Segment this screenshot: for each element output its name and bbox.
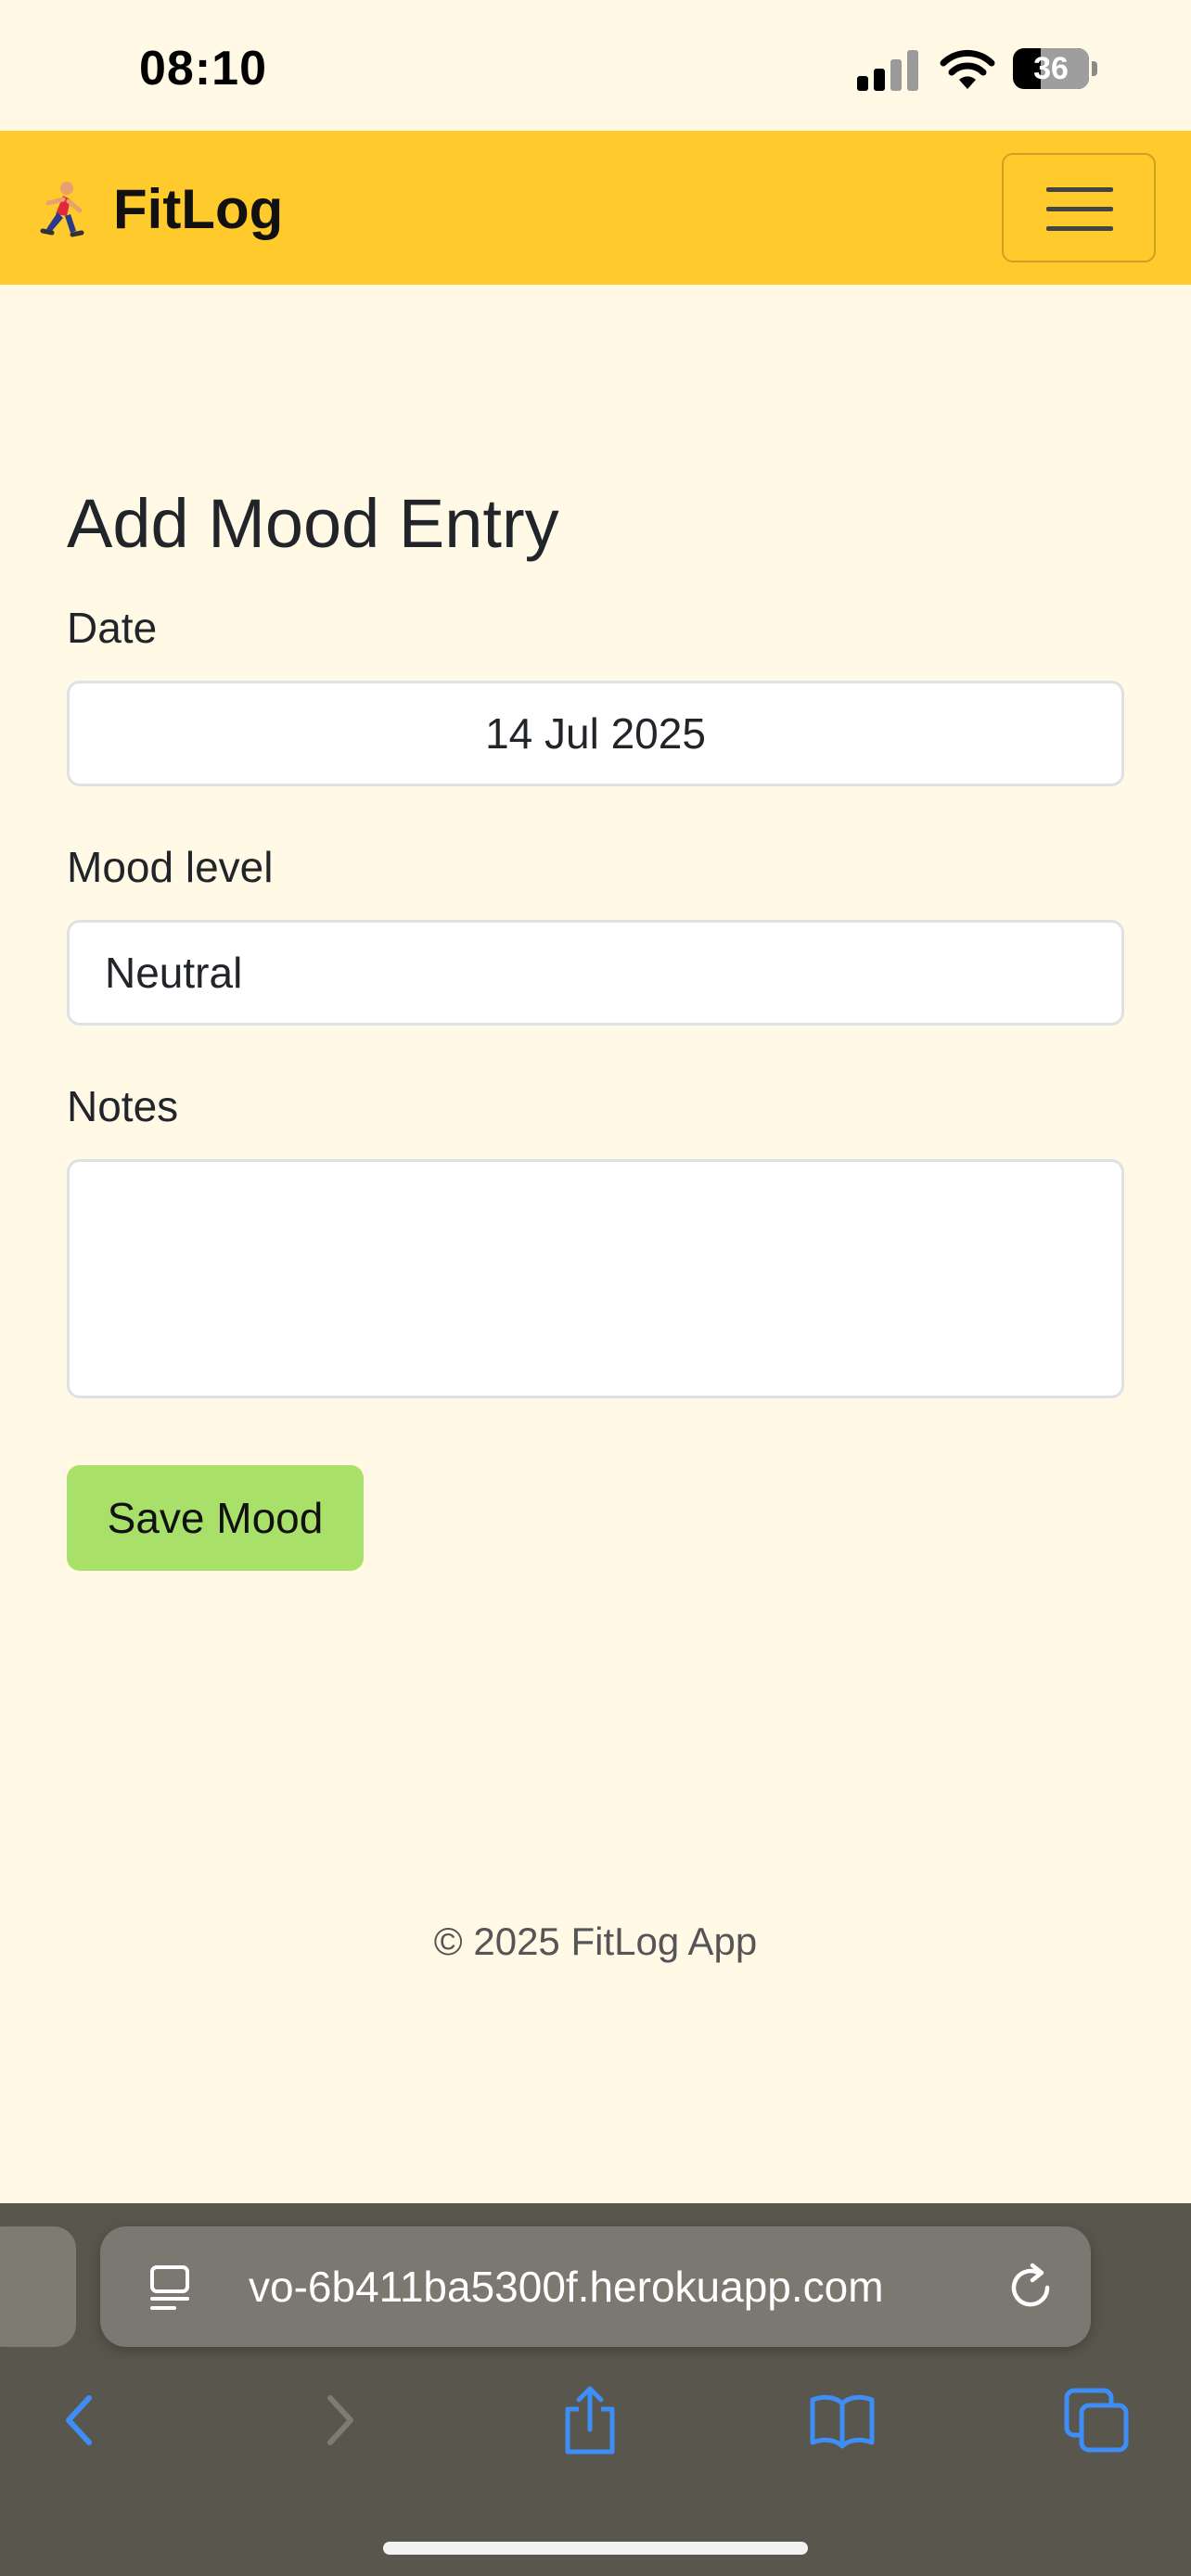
battery-percent: 36 xyxy=(1033,51,1069,86)
brand-link[interactable]: FitLog xyxy=(35,177,284,240)
status-bar: 08:10 36 xyxy=(0,0,1191,130)
date-label: Date xyxy=(67,604,158,652)
battery-icon: 36 xyxy=(1013,48,1097,89)
address-bar[interactable]: vo-6b411ba5300f.herokuapp.com xyxy=(100,2226,1091,2347)
notes-textarea[interactable] xyxy=(67,1159,1124,1398)
wifi-icon xyxy=(940,49,995,89)
back-button[interactable] xyxy=(41,2381,119,2459)
footer-text: © 2025 FitLog App xyxy=(433,1919,758,1963)
date-value: 14 Jul 2025 xyxy=(485,709,706,758)
share-icon xyxy=(565,2386,615,2455)
share-button[interactable] xyxy=(551,2381,629,2459)
page-menu-icon[interactable] xyxy=(147,2264,193,2312)
home-indicator xyxy=(383,2542,808,2555)
tabs-button[interactable] xyxy=(1057,2381,1135,2459)
notes-label: Notes xyxy=(67,1082,179,1130)
previous-tab-preview[interactable] xyxy=(0,2226,76,2347)
url-text: vo-6b411ba5300f.herokuapp.com xyxy=(249,2263,884,2311)
bookmarks-button[interactable] xyxy=(803,2381,881,2459)
menu-toggle-button[interactable] xyxy=(1002,153,1156,262)
save-mood-button[interactable]: Save Mood xyxy=(67,1465,364,1571)
back-icon xyxy=(66,2395,92,2445)
cellular-signal-icon xyxy=(857,48,920,91)
bookmarks-icon xyxy=(810,2394,875,2449)
page-title: Add Mood Entry xyxy=(67,485,559,562)
navbar: FitLog xyxy=(0,131,1191,285)
date-input[interactable]: 14 Jul 2025 xyxy=(67,681,1124,786)
reload-icon[interactable] xyxy=(1005,2262,1057,2314)
forward-button[interactable] xyxy=(301,2381,378,2459)
browser-toolbar: vo-6b411ba5300f.herokuapp.com xyxy=(0,2203,1191,2576)
mood-level-select[interactable]: Neutral xyxy=(67,920,1124,1026)
runner-icon xyxy=(40,182,84,237)
tabs-icon xyxy=(1064,2388,1129,2453)
status-time: 08:10 xyxy=(139,42,267,96)
mood-level-label: Mood level xyxy=(67,843,274,891)
forward-icon xyxy=(327,2395,353,2445)
brand-name: FitLog xyxy=(113,177,284,240)
mood-level-value: Neutral xyxy=(105,949,243,997)
